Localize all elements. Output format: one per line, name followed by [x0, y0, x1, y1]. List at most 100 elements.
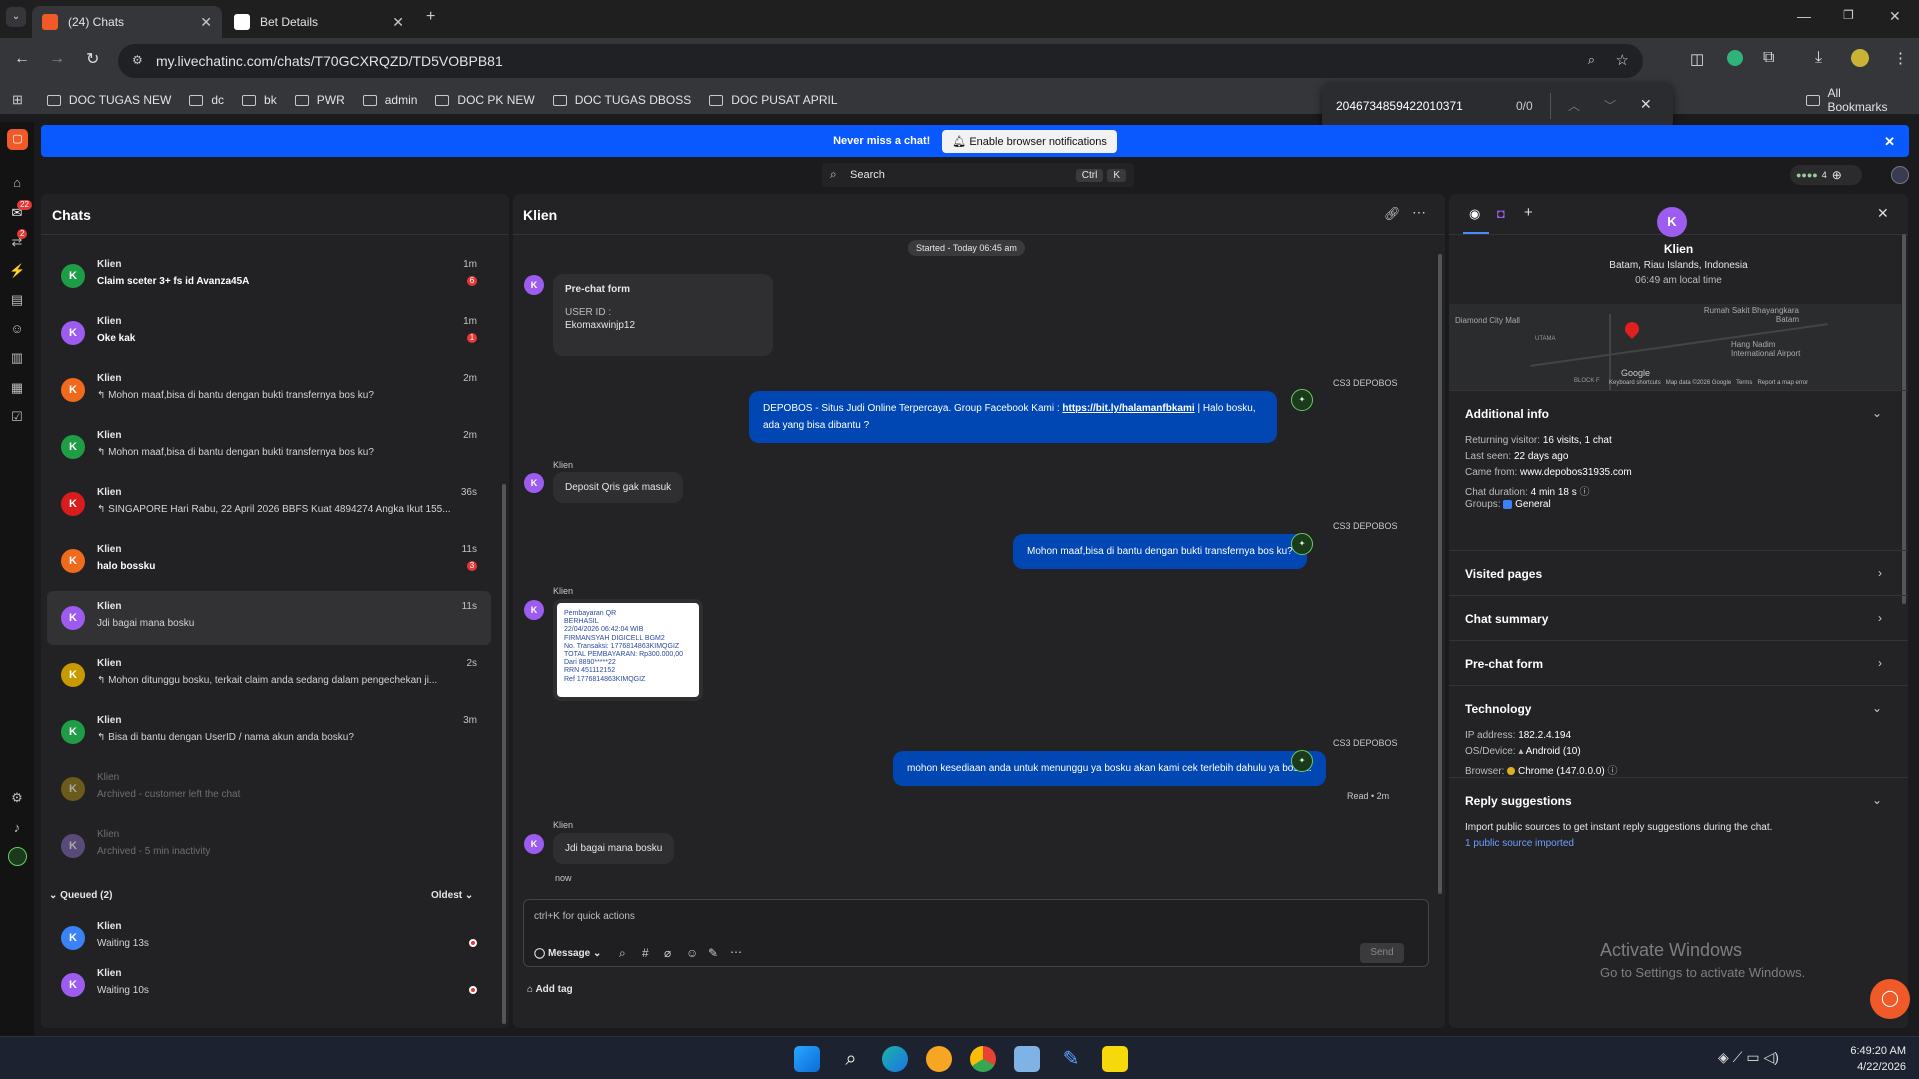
payment-receipt-image[interactable]: Pembayaran QR BERHASIL 22/04/2026 06:42:… — [553, 599, 703, 701]
files-icon[interactable] — [1014, 1046, 1040, 1072]
extension-icon[interactable]: ◫ — [1690, 50, 1704, 68]
customers-icon[interactable]: ☺ — [9, 321, 25, 337]
bookmark-folder[interactable]: DOC PUSAT APRIL — [709, 93, 838, 107]
send-button[interactable]: Send — [1360, 943, 1404, 963]
user-profile-icon[interactable] — [1891, 166, 1909, 184]
info-icon[interactable]: ⓘ — [1608, 766, 1618, 777]
reply-suggestions-section[interactable]: Reply suggestions ⌄ Import public source… — [1449, 777, 1908, 849]
facebook-group-link[interactable]: https://bit.ly/halamanfbkami — [1062, 403, 1194, 414]
all-bookmarks[interactable]: All Bookmarks — [1806, 86, 1901, 114]
profile-avatar-icon[interactable] — [1851, 49, 1869, 67]
message-mode-dropdown[interactable]: ◯ Message ⌄ — [534, 948, 601, 959]
apps-icon[interactable]: ▦ — [9, 380, 25, 396]
close-details-icon[interactable]: ✕ — [1877, 205, 1889, 222]
hashtag-icon[interactable]: # — [642, 946, 649, 960]
sort-dropdown[interactable]: Oldest ⌄ — [431, 890, 473, 901]
minimize-icon[interactable]: — — [1797, 8, 1811, 24]
chat-list-item[interactable]: K Klien ↰ Mohon ditunggu bosku, terkait … — [47, 648, 491, 702]
reload-icon[interactable]: ↻ — [86, 49, 99, 69]
automation-bolt-icon[interactable]: ⚡ — [9, 263, 25, 279]
chat-list-item[interactable]: K Klien ↰ Mohon maaf,bisa di bantu denga… — [47, 363, 491, 417]
queued-chat-item[interactable]: K Klien Waiting 13s — [47, 911, 491, 965]
chevron-down-icon[interactable]: ⌄ — [1872, 793, 1882, 807]
tab-bet-details[interactable]: Bet Details ✕ — [224, 6, 414, 38]
livechat-logo[interactable]: ▢ — [7, 129, 28, 150]
visited-pages-section[interactable]: Visited pages › — [1449, 550, 1908, 595]
canned-response-icon[interactable]: ⌕ — [619, 946, 626, 961]
forward-icon[interactable]: → — [49, 50, 65, 68]
close-tab-icon[interactable]: ✕ — [200, 14, 212, 31]
address-bar[interactable]: ⚙ my.livechatinc.com/chats/T70GCXRQZD/TD… — [118, 44, 1643, 78]
bookmark-folder[interactable]: DOC PK NEW — [435, 93, 535, 107]
copy-link-icon[interactable]: 🔗︎ — [1384, 206, 1401, 222]
back-icon[interactable]: ← — [14, 50, 30, 68]
taskbar-clock[interactable]: 6:49:20 AM 4/22/2026 — [1836, 1043, 1906, 1075]
chat-list-item[interactable]: K Klien Oke kak 1m 1 — [47, 306, 491, 360]
chat-list-item-archived[interactable]: K Klien Archived - 5 min inactivity — [47, 819, 491, 873]
bookmark-folder[interactable]: PWR — [294, 93, 345, 107]
find-input[interactable]: 2046734859422010371 — [1336, 99, 1463, 113]
chrome-icon[interactable] — [970, 1046, 996, 1072]
message-composer[interactable]: ctrl+K for quick actions ◯ Message ⌄ ⌕ #… — [523, 899, 1429, 967]
bookmark-folder[interactable]: DOC TUGAS DBOSS — [552, 93, 691, 107]
menu-kebab-icon[interactable]: ⋮ — [1893, 49, 1908, 67]
restore-icon[interactable]: ❐ — [1843, 8, 1854, 22]
tray-icons[interactable]: ◈ ⟋ ▭ ◁) — [1718, 1049, 1779, 1066]
start-menu-icon[interactable] — [794, 1046, 820, 1072]
zoom-icon[interactable]: ⌕ — [1588, 52, 1595, 68]
add-tab-icon[interactable]: + — [1524, 204, 1533, 221]
queued-chat-item[interactable]: K Klien Waiting 10s — [47, 958, 491, 1012]
attachment-icon[interactable]: ⌀ — [664, 946, 671, 960]
close-tab-icon[interactable]: ✕ — [392, 14, 404, 31]
pen-app-icon[interactable]: ✎ — [1058, 1046, 1084, 1072]
bookmark-folder[interactable]: DOC TUGAS NEW — [46, 93, 171, 107]
conversation-scrollbar[interactable] — [1438, 254, 1442, 894]
tasks-icon[interactable]: ☑ — [9, 409, 25, 425]
chat-list-item[interactable]: K Klien ↰ Mohon maaf,bisa di bantu denga… — [47, 420, 491, 474]
chat-list-item[interactable]: K Klien Claim sceter 3+ fs id Avanza45A … — [47, 249, 491, 303]
download-icon[interactable]: ⤓ — [1815, 49, 1822, 67]
chat-list-item[interactable]: K Klien halo bossku 11s 3 — [47, 534, 491, 588]
chat-list-scrollbar[interactable] — [502, 484, 506, 1024]
integrations-tab-icon[interactable]: ◘ — [1497, 206, 1505, 221]
bookmark-folder[interactable]: admin — [362, 93, 417, 107]
queued-section-toggle[interactable]: ⌄ Queued (2) — [49, 890, 112, 901]
chat-list-item[interactable]: K Klien ↰ SINGAPORE Hari Rabu, 22 April … — [47, 477, 491, 531]
came-from-link[interactable]: www.depobos31935.com — [1520, 467, 1632, 478]
search-icon[interactable]: ⌕ — [838, 1046, 864, 1072]
close-window-icon[interactable]: ✕ — [1889, 8, 1901, 25]
reports-icon[interactable]: ▥ — [9, 350, 25, 366]
site-info-icon[interactable]: ⚙ — [132, 53, 143, 67]
emoji-icon[interactable]: ☺ — [686, 946, 698, 960]
global-search[interactable]: ⌕ Search Ctrl K — [822, 163, 1134, 187]
info-icon[interactable]: ⓘ — [1580, 487, 1590, 498]
find-next-icon[interactable]: ﹀ — [1604, 97, 1616, 114]
browser-icon[interactable] — [926, 1046, 952, 1072]
extension-green-icon[interactable] — [1727, 50, 1743, 66]
more-actions-icon[interactable]: ⋯ — [730, 945, 742, 959]
ai-wand-icon[interactable]: ✎ — [708, 946, 718, 960]
additional-info-section[interactable]: Additional info ⌄ Returning visitor: 16 … — [1449, 390, 1908, 550]
settings-icon[interactable]: ⚙ — [9, 790, 25, 806]
tab-list-dropdown-icon[interactable]: ⌄ — [6, 7, 26, 27]
add-tag-button[interactable]: ⌂ Add tag — [527, 984, 573, 995]
bookmark-folder[interactable]: dc — [189, 93, 224, 107]
chevron-down-icon[interactable]: ⌄ — [1872, 701, 1882, 715]
add-agent-icon[interactable]: ⊕ — [1832, 168, 1842, 182]
bookmark-star-icon[interactable]: ☆ — [1616, 51, 1629, 69]
archives-icon[interactable]: ▤ — [9, 292, 25, 308]
edge-browser-icon[interactable] — [882, 1046, 908, 1072]
public-source-link[interactable]: 1 public source imported — [1465, 838, 1574, 849]
chevron-down-icon[interactable]: ⌄ — [1872, 406, 1882, 420]
enable-notifications-button[interactable]: 🔔︎ Enable browser notifications — [942, 129, 1117, 153]
banner-close-icon[interactable]: ✕ — [1884, 134, 1895, 150]
new-tab-icon[interactable]: + — [426, 8, 435, 26]
bookmark-folder[interactable]: bk — [242, 93, 277, 107]
customer-info-tab-icon[interactable]: ◉ — [1469, 206, 1480, 222]
location-map[interactable]: Diamond City Mall Rumah Sakit Bhayangkar… — [1449, 304, 1901, 390]
more-options-icon[interactable]: ⋯ — [1412, 204, 1426, 221]
home-icon[interactable]: ⌂ — [9, 175, 25, 191]
apps-grid-icon[interactable]: ⊞ — [12, 92, 23, 108]
chat-summary-section[interactable]: Chat summary › — [1449, 595, 1908, 640]
sticky-notes-icon[interactable] — [1102, 1046, 1128, 1072]
